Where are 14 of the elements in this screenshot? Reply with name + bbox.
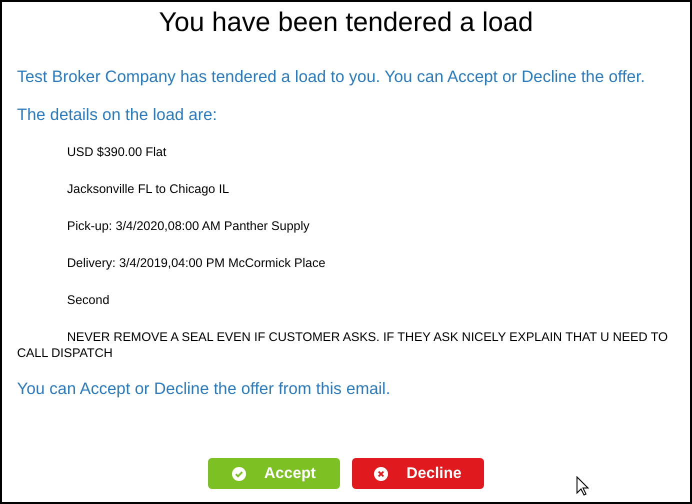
load-detail: NEVER REMOVE A SEAL EVEN IF CUSTOMER ASKS. IF THEY ASK NICELY EXPLAIN THAT U NEED TO CALL DISPATCH [17,329,669,361]
details-heading: The details on the load are: [17,105,218,125]
load-detail: Pick-up: 3/4/2020,08:00 AM Panther Supply [66,218,311,234]
load-detail: Second [66,292,110,308]
load-detail: Delivery: 3/4/2019,04:00 PM McCormick Place [66,255,326,271]
intro-text: Test Broker Company has tendered a load to you. You can Accept or Decline the offer. [17,67,646,87]
mouse-cursor-icon [576,476,589,496]
page-title: You have been tendered a load [158,6,534,39]
check-circle-icon [232,466,246,480]
footer-text: You can Accept or Decline the offer from this email. [17,379,392,399]
close-circle-icon [374,466,388,480]
load-detail: USD $390.00 Flat [66,144,168,160]
load-detail: Jacksonville FL to Chicago IL [66,181,230,197]
decline-button[interactable]: Decline [352,458,484,489]
